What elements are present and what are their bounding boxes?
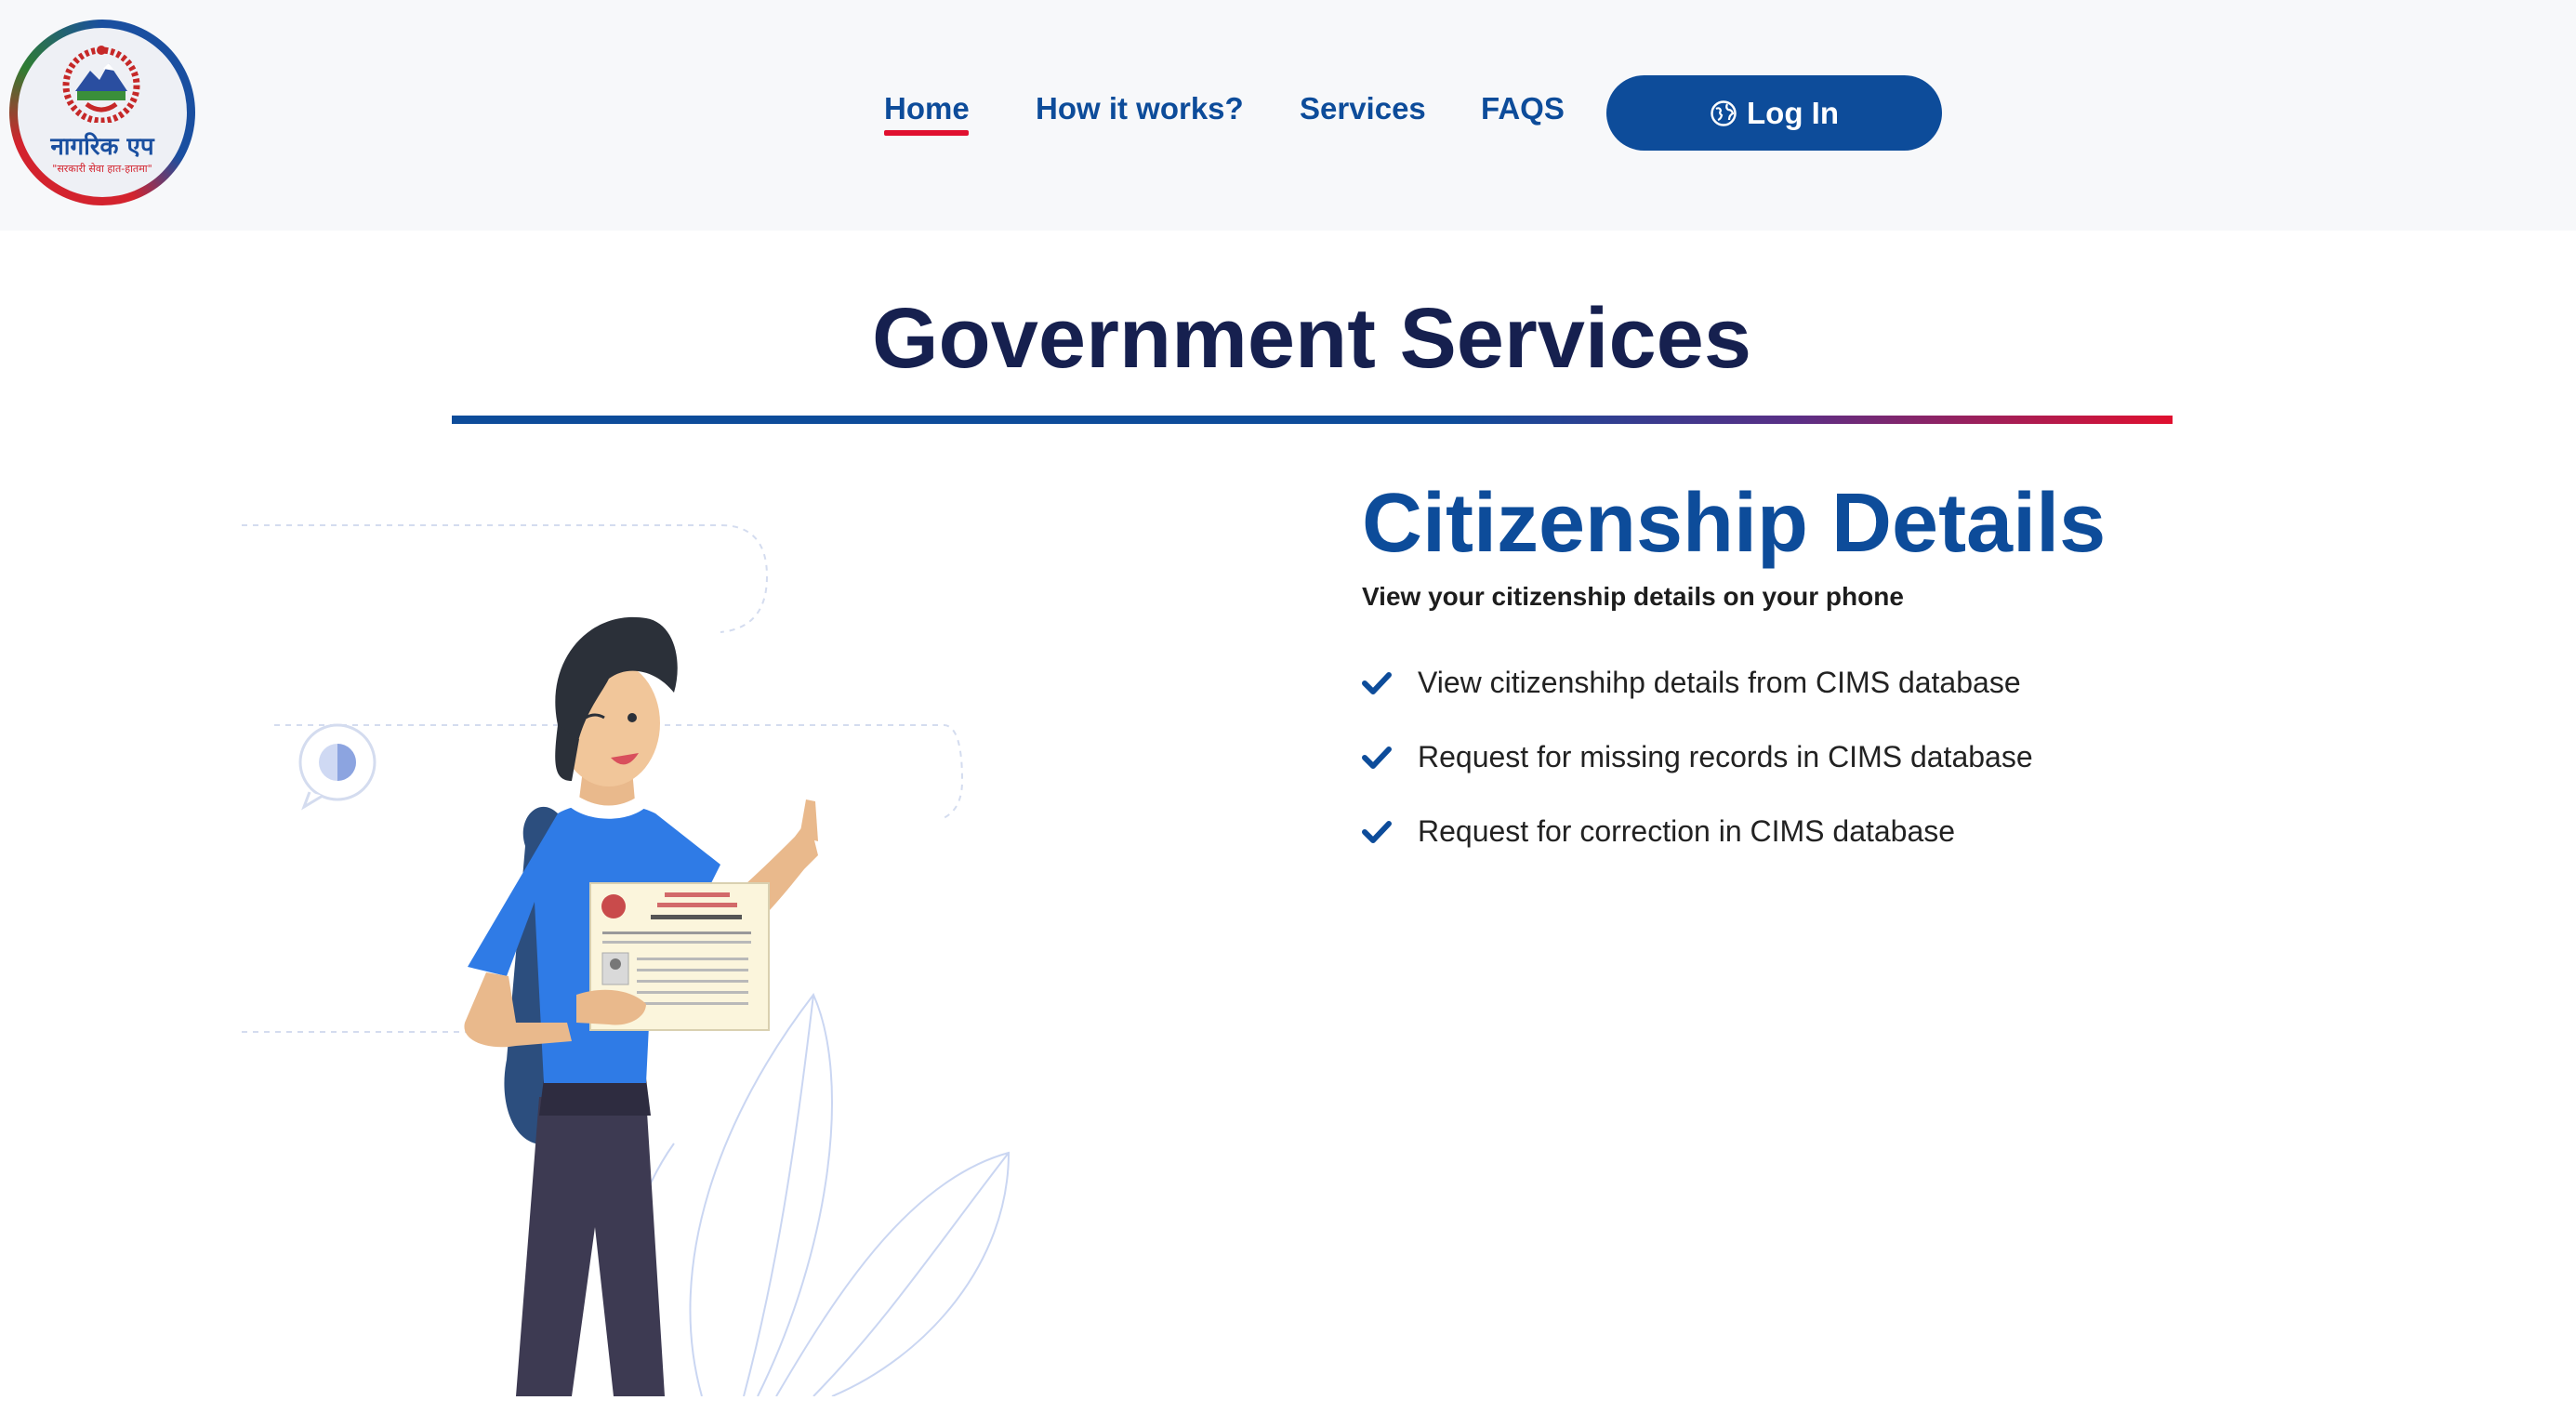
title-divider [452, 416, 2173, 424]
nav-services-link[interactable]: Services [1300, 91, 1426, 126]
globe-icon [1711, 99, 1737, 126]
page-title: Government Services [871, 291, 1751, 386]
feature-text: Request for correction in CIMS database [1418, 814, 1956, 848]
login-label: Log In [1747, 95, 1839, 130]
check-icon [1362, 671, 1392, 694]
nepal-emblem-icon [62, 46, 140, 123]
login-button[interactable]: Log In [1606, 75, 1942, 151]
citizenship-card-illustration [242, 524, 1011, 1396]
feature-item: View citizenshihp details from CIMS data… [1362, 666, 2021, 700]
active-nav-underline [884, 130, 969, 136]
chat-bubble-icon [298, 723, 376, 811]
check-icon [1362, 820, 1392, 843]
logo-title: नागरिक एप [50, 133, 154, 161]
feature-item: Request for missing records in CIMS data… [1362, 740, 2033, 774]
feature-text: Request for missing records in CIMS data… [1418, 740, 2033, 773]
feature-text: View citizenshihp details from CIMS data… [1418, 666, 2021, 699]
logo-tagline: "सरकारी सेवा हात-हातमा" [52, 163, 152, 175]
check-icon [1362, 746, 1392, 769]
nagarik-app-logo[interactable]: नागरिक एप "सरकारी सेवा हात-हातमा" [9, 20, 195, 205]
service-subtitle: View your citizenship details on your ph… [1362, 582, 1904, 611]
nav-how-it-works-link[interactable]: How it works? [1036, 91, 1244, 126]
service-title: Citizenship Details [1362, 477, 2107, 570]
nav-home-link[interactable]: Home [884, 91, 970, 126]
site-header: नागरिक एप "सरकारी सेवा हात-हातमा" Home H… [0, 0, 2576, 231]
feature-item: Request for correction in CIMS database [1362, 814, 1955, 849]
logo-badge: नागरिक एप "सरकारी सेवा हात-हातमा" [18, 28, 187, 197]
nav-faqs-link[interactable]: FAQS [1481, 91, 1565, 126]
